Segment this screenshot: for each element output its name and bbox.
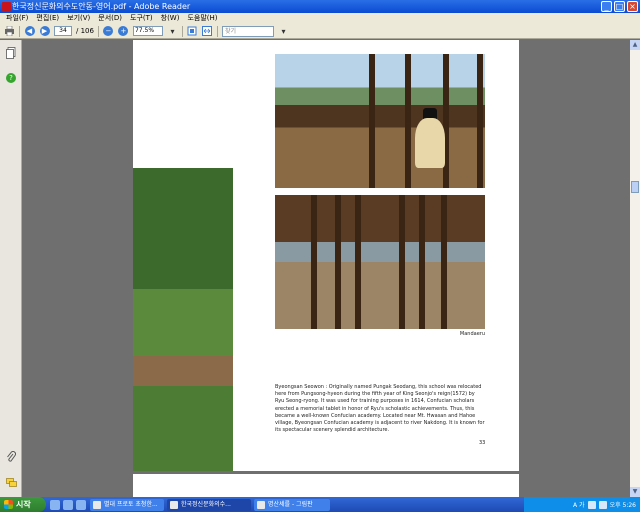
taskbar-item-active[interactable]: 한국정신문화의수... [167, 498, 251, 511]
chevron-down-icon[interactable]: ▾ [278, 26, 289, 37]
taskbar: 시작 별대 프로토 초청한... 한국정신문화의수... 명산세를 - 그림판 … [0, 497, 640, 512]
close-button[interactable]: × [627, 1, 638, 12]
window-titlebar[interactable]: 한국정신문화의수도안동-영어.pdf - Adobe Reader _ □ × [0, 0, 640, 13]
taskbar-item[interactable]: 명산세를 - 그림판 [254, 498, 330, 511]
windows-logo-icon [4, 500, 13, 509]
toolbar: ◀ ▶ 34 / 106 − + 77.5% ▾ 찾기 ▾ [0, 24, 640, 39]
window-title: 한국정신문화의수도안동-영어.pdf - Adobe Reader [12, 2, 191, 11]
scroll-up-button[interactable]: ▲ [630, 40, 640, 50]
photo-forest-path [133, 168, 233, 471]
menu-document[interactable]: 문서(D) [94, 13, 126, 24]
adobe-reader-icon [170, 500, 178, 509]
system-tray: A 가 오후 5:26 [524, 497, 640, 512]
help-icon[interactable]: ? [5, 72, 17, 84]
menu-bar: 파일(F) 편집(E) 보기(V) 문서(D) 도구(T) 창(W) 도움말(H… [0, 13, 640, 24]
clock: 오후 5:26 [609, 502, 636, 509]
toolbar-separator [19, 25, 20, 37]
zoom-out-icon: − [103, 26, 114, 36]
menu-tools[interactable]: 도구(T) [126, 13, 157, 24]
taskbar-item-label: 명산세를 - 그림판 [268, 500, 313, 508]
scroll-down-button[interactable]: ▼ [630, 487, 640, 497]
toolbar-separator [181, 25, 183, 37]
pages-icon[interactable] [5, 47, 17, 59]
taskbar-item-label: 별대 프로토 초청한... [104, 500, 158, 508]
comments-icon[interactable] [5, 477, 17, 489]
start-button[interactable]: 시작 [0, 497, 46, 512]
zoom-in-button[interactable]: + [118, 26, 129, 37]
paint-icon [257, 500, 265, 509]
scholar-figure [415, 118, 445, 168]
chevron-down-icon[interactable]: ▾ [167, 26, 178, 37]
total-pages-label: / 106 [76, 27, 94, 35]
zoom-in-icon: + [118, 26, 129, 36]
attachment-icon[interactable] [5, 451, 17, 463]
scroll-thumb[interactable] [631, 181, 639, 193]
folder-icon[interactable] [63, 499, 73, 510]
arrow-right-icon: ▶ [39, 26, 50, 36]
page-number-input[interactable]: 34 [54, 26, 72, 36]
menu-edit[interactable]: 편집(E) [32, 13, 63, 24]
maximize-button[interactable]: □ [614, 1, 625, 12]
photo-caption: Mandaeru [459, 331, 485, 337]
adobe-reader-icon [2, 2, 11, 11]
previous-page-button[interactable]: ◀ [24, 26, 35, 37]
menu-window[interactable]: 창(W) [157, 13, 184, 24]
body-text: Byeongsan Seowon : Originally named Pung… [275, 384, 485, 434]
document-viewer[interactable]: Mandaeru Byeongsan Seowon : Originally n… [23, 40, 630, 504]
vertical-scrollbar[interactable]: ▲ ▼ [630, 40, 640, 497]
taskbar-item-label: 한국정신문화의수... [181, 500, 231, 508]
menu-help[interactable]: 도움말(H) [183, 13, 221, 24]
fit-page-icon[interactable] [187, 26, 198, 37]
photo-mandaeru-hall [275, 195, 485, 329]
menu-file[interactable]: 파일(F) [2, 13, 32, 24]
toolbar-separator [97, 25, 99, 37]
zoom-level-input[interactable]: 77.5% [132, 26, 163, 36]
question-mark-icon: ? [6, 73, 16, 83]
window-controls: _ □ × [601, 1, 638, 12]
volume-icon[interactable] [598, 500, 607, 509]
next-page-button[interactable]: ▶ [39, 26, 50, 37]
zoom-out-button[interactable]: − [103, 26, 114, 37]
pdf-page: Mandaeru Byeongsan Seowon : Originally n… [133, 40, 519, 471]
page-number: 33 [479, 440, 486, 446]
navigation-panel: ? [0, 40, 22, 497]
quick-launch [46, 499, 90, 510]
arrow-left-icon: ◀ [24, 26, 35, 36]
start-label: 시작 [16, 500, 31, 509]
taskbar-item[interactable]: 별대 프로토 초청한... [90, 498, 164, 511]
window-icon [93, 500, 101, 509]
toolbar-separator [216, 25, 218, 37]
search-input[interactable]: 찾기 [221, 25, 274, 37]
print-icon[interactable] [4, 26, 15, 37]
network-icon[interactable] [587, 500, 596, 509]
photo-pavilion-with-scholar [275, 54, 485, 188]
minimize-button[interactable]: _ [601, 1, 612, 12]
browser-icon[interactable] [50, 499, 60, 510]
media-icon[interactable] [76, 499, 86, 510]
ime-indicator[interactable]: A 가 [573, 500, 585, 509]
menu-view[interactable]: 보기(V) [63, 13, 94, 24]
fit-width-icon[interactable] [202, 26, 213, 37]
